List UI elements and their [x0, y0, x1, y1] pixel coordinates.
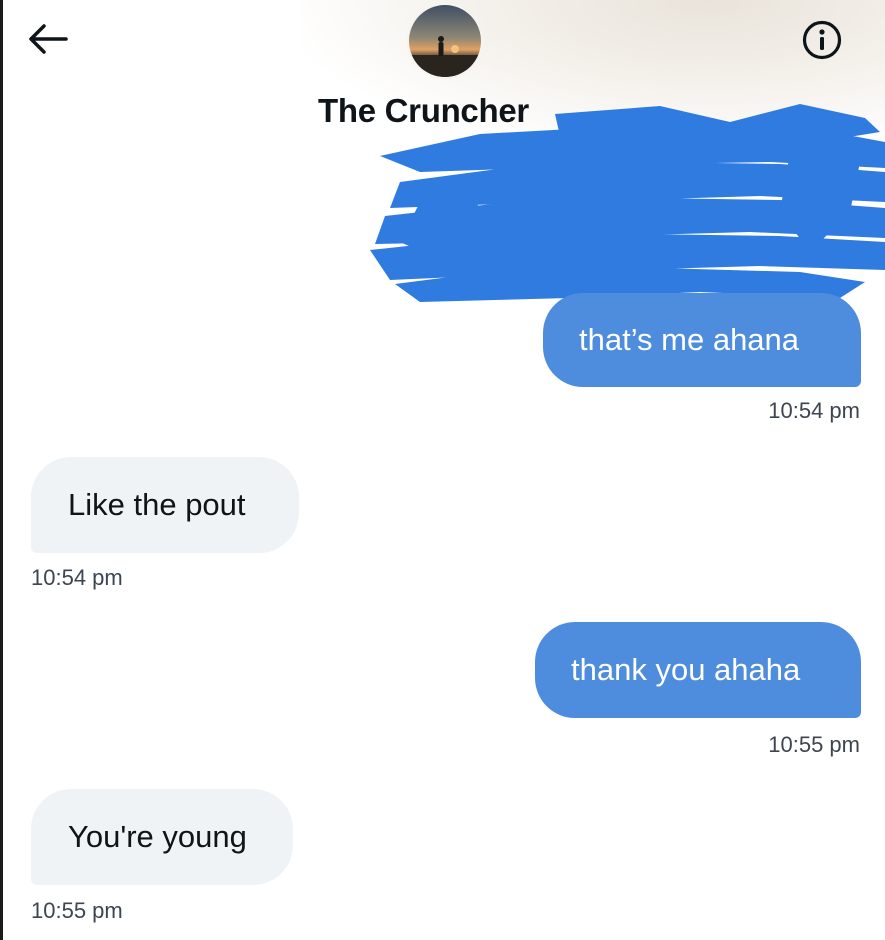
- message-bubble-outgoing[interactable]: thank you ahaha: [535, 622, 861, 718]
- redaction-scribble: [360, 92, 885, 307]
- arrow-left-icon[interactable]: [26, 22, 70, 56]
- message-timestamp: 10:55 pm: [31, 898, 123, 923]
- dm-conversation-screen: The Cruncher that’s me ahana 10:54 pm Li…: [0, 0, 885, 940]
- message-text: thank you ahaha: [571, 652, 801, 687]
- message-bubble-incoming[interactable]: You're young: [31, 789, 293, 885]
- message-timestamp: 10:54 pm: [768, 398, 860, 423]
- message-bubble-incoming[interactable]: Like the pout: [31, 457, 299, 553]
- screen-edge: [0, 0, 3, 940]
- avatar[interactable]: [407, 3, 483, 79]
- message-text: Like the pout: [68, 487, 246, 522]
- info-circle-icon[interactable]: [801, 19, 843, 61]
- message-text: You're young: [68, 819, 247, 854]
- message-text: that’s me ahana: [579, 322, 800, 357]
- message-timestamp: 10:55 pm: [768, 732, 860, 757]
- message-bubble-outgoing[interactable]: that’s me ahana: [543, 293, 861, 387]
- message-timestamp: 10:54 pm: [31, 565, 123, 590]
